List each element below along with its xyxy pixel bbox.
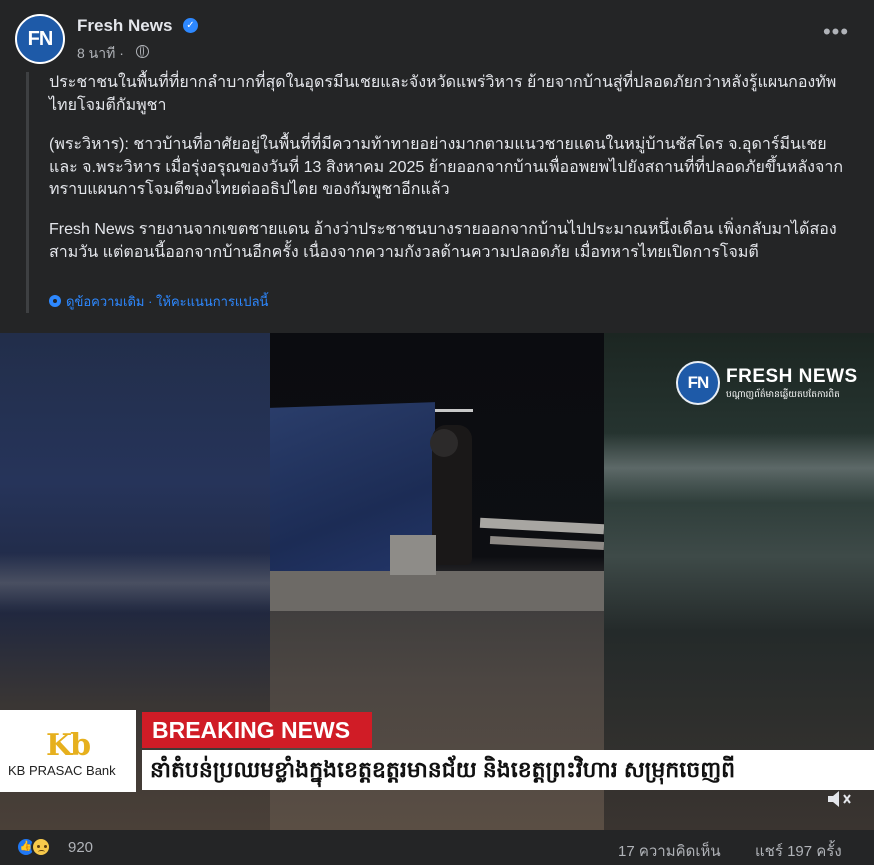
post-paragraph: Fresh News รายงานจากเขตชายแดน อ้างว่าประ… [49, 221, 837, 261]
verified-icon: ✓ [183, 18, 198, 33]
post-paragraph: (พระวิหาร): ชาวบ้านที่อาศัยอยู่ในพื้นที่… [49, 136, 843, 198]
shares-count[interactable]: แชร์ 197 ครั้ง [755, 839, 842, 863]
watermark-name: FRESH NEWS [726, 366, 858, 387]
breaking-news-banner: BREAKING NEWS [142, 712, 372, 748]
post-header: FN Fresh News ✓ 8 นาที · ••• [0, 0, 874, 70]
post-body: ประชาชนในพื้นที่ที่ยากลำบากที่สุดในอุดรม… [26, 72, 856, 313]
translation-controls: ดูข้อความเดิม · ให้คะแนนการแปลนี้ [49, 291, 268, 312]
page-name-link[interactable]: Fresh News [77, 16, 172, 36]
globe-icon [136, 45, 149, 58]
pole-shape [435, 409, 473, 412]
separator: · [144, 294, 157, 309]
fresh-news-logo-icon: FN [676, 361, 720, 405]
mute-icon[interactable] [826, 788, 854, 810]
kb-logo-icon: Kb [46, 728, 91, 763]
sponsor-logo: Kb KB PRASAC Bank [0, 710, 136, 792]
comments-count[interactable]: 17 ความคิดเห็น [618, 839, 721, 863]
see-original-link[interactable]: ดูข้อความเดิม [66, 294, 144, 309]
more-options-button[interactable]: ••• [822, 19, 850, 50]
page-avatar[interactable]: FN [15, 14, 65, 64]
concrete-block [390, 535, 436, 575]
watermark-subtitle: បណ្តាញព័ត៌មានឆ្លើយតបតែការពិត [726, 389, 840, 399]
person-head [430, 429, 458, 457]
gear-icon [49, 295, 61, 307]
bank-name: KB PRASAC Bank [8, 763, 116, 778]
post-timestamp[interactable]: 8 นาที · [77, 43, 124, 65]
post-headline: ประชาชนในพื้นที่ที่ยากลำบากที่สุดในอุดรม… [49, 74, 837, 114]
reaction-count[interactable]: 920 [68, 839, 93, 856]
wall-shape [270, 571, 604, 611]
video-player[interactable]: FN FRESH NEWS បណ្តាញព័ត៌មានឆ្លើយតបតែការព… [0, 333, 874, 830]
pipe-shape [479, 517, 604, 535]
rate-translation-link[interactable]: ให้คะแนนการแปลนี้ [156, 294, 268, 309]
news-ticker: នាំតំបន់ប្រឈមខ្លាំងក្នុងខេត្តឧត្តរមានជ័យ… [142, 750, 874, 790]
pipe-shape [489, 536, 604, 550]
post-footer: 👍 920 17 ความคิดเห็น แชร์ 197 ครั้ง [0, 830, 874, 865]
more-icon: ••• [822, 19, 850, 44]
sad-icon [31, 837, 51, 857]
